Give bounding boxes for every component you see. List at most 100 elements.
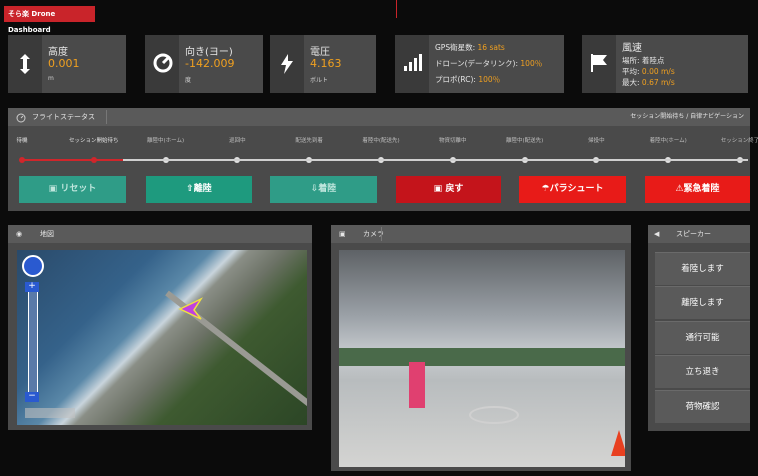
altitude-icon xyxy=(8,35,42,93)
propo-label: プロポ(RC): xyxy=(435,75,476,84)
camera-header: ▣ カメラ xyxy=(331,225,631,243)
wind-place-value: 着陸点 xyxy=(641,56,665,65)
land-label: 着陸 xyxy=(318,184,337,194)
map-title: 地図 xyxy=(40,230,54,238)
map-pan-control[interactable] xyxy=(22,255,44,277)
speaker-button-passable[interactable]: 通行可能 xyxy=(655,321,750,354)
flight-step-label: セッション終了 xyxy=(720,138,758,144)
status-gauge-icon xyxy=(16,112,26,130)
flight-step-label: 巡回中 xyxy=(229,138,246,144)
heading-value: -142.009 xyxy=(185,57,235,70)
flag-icon xyxy=(582,35,616,93)
flight-step-label: 着陸中(ホーム) xyxy=(649,138,687,144)
speaker-button-takeoff[interactable]: 離陸します xyxy=(655,286,750,319)
warning-icon: ⚠ xyxy=(675,184,684,194)
propo-value: 100％ xyxy=(478,75,501,84)
megaphone-icon: ◀ xyxy=(654,230,660,238)
flight-step-label: セッション開始待ち xyxy=(69,138,119,144)
camera-feed xyxy=(339,250,625,467)
wind-avg-row: 平均: 0.00 m/s xyxy=(622,66,675,77)
drone-position-icon xyxy=(178,297,203,320)
reset-button[interactable]: ▣ リセット xyxy=(19,176,126,203)
flight-status-title: フライトステータス xyxy=(32,113,95,121)
wind-max-row: 最大: 0.67 m/s xyxy=(622,77,675,88)
flight-mode-text: セッション開始待ち / 自律ナビゲーション xyxy=(630,113,744,120)
emergency-landing-button[interactable]: ⚠緊急着陸 xyxy=(645,176,750,203)
map-header: ◉ 地図 xyxy=(8,225,312,243)
wind-place-row: 場所: 着陸点 xyxy=(622,55,664,66)
land-button[interactable]: ⇩着陸 xyxy=(270,176,377,203)
map-scale-bar xyxy=(25,408,75,418)
zoom-in-icon[interactable]: + xyxy=(25,282,39,292)
heading-card: 向き(ヨー) -142.009 度 xyxy=(145,35,263,93)
map-globe-icon: ◉ xyxy=(16,230,23,238)
datalink-row: ドローン(データリンク): 100％ xyxy=(435,58,542,69)
heading-label: 向き(ヨー) xyxy=(185,47,233,58)
parachute-label: パラシュート xyxy=(549,184,604,194)
voltage-value: 4.163 xyxy=(310,57,342,70)
datalink-label: ドローン(データリンク): xyxy=(435,59,519,68)
voltage-label: 電圧 xyxy=(310,47,330,58)
satellite-map[interactable]: + − xyxy=(17,250,307,425)
parachute-button[interactable]: ☂パラシュート xyxy=(519,176,626,203)
wind-max-label: 最大: xyxy=(622,78,640,87)
altitude-label: 高度 xyxy=(48,47,68,58)
takeoff-label: 離陸 xyxy=(193,184,212,194)
altitude-unit: m xyxy=(48,75,54,82)
camera-icon: ▣ xyxy=(339,230,346,238)
datalink-value: 100％ xyxy=(520,59,543,68)
camera-helipad xyxy=(469,406,519,424)
camera-panel: ▣ カメラ xyxy=(331,225,631,471)
signal-bars-icon xyxy=(395,35,429,93)
wind-avg-value: 0.00 m/s xyxy=(641,67,675,76)
voltage-unit: ボルト xyxy=(310,77,329,84)
altitude-value: 0.001 xyxy=(48,57,80,70)
heading-unit: 度 xyxy=(185,77,192,84)
app-title-badge: そら楽 Drone Dashboard xyxy=(4,6,95,34)
flight-step-label: 物資切離中 xyxy=(439,138,467,144)
wind-avg-label: 平均: xyxy=(622,67,640,76)
top-divider xyxy=(396,0,397,18)
wind-max-value: 0.67 m/s xyxy=(641,78,675,87)
speaker-button-landing[interactable]: 着陸します xyxy=(655,252,750,285)
flight-step-label: 着陸中(配送先) xyxy=(362,138,400,144)
flight-step-label: 離陸中(配送先) xyxy=(505,138,544,144)
takeoff-icon: ⇧ xyxy=(186,184,194,194)
gps-row: GPS衛星数: 16 sats xyxy=(435,42,505,53)
emergency-landing-label: 緊急着陸 xyxy=(683,184,720,194)
gps-value: 16 sats xyxy=(477,43,505,52)
flight-status-header: フライトステータス セッション開始待ち / 自律ナビゲーション xyxy=(8,108,750,126)
propo-row: プロポ(RC): 100％ xyxy=(435,74,500,85)
speaker-header: ◀ スピーカー xyxy=(648,225,750,243)
map-zoom-slider[interactable] xyxy=(28,282,38,396)
camera-structure xyxy=(409,362,425,408)
return-button[interactable]: ▣ 戻す xyxy=(396,176,501,203)
wind-label: 風速 xyxy=(622,43,642,54)
compass-icon xyxy=(145,35,179,93)
speaker-button-package-check[interactable]: 荷物確認 xyxy=(655,390,750,423)
flight-step-label: 離陸中(ホーム) xyxy=(147,138,185,144)
camera-tree-line xyxy=(339,348,625,366)
altitude-card: 高度 0.001 m xyxy=(8,35,126,93)
zoom-out-icon[interactable]: − xyxy=(25,392,39,402)
reset-label: リセット xyxy=(60,184,97,194)
wind-card: 風速 場所: 着陸点 平均: 0.00 m/s 最大: 0.67 m/s xyxy=(582,35,748,93)
parachute-icon: ☂ xyxy=(541,184,550,194)
reset-icon: ▣ xyxy=(48,184,58,194)
progress-fill xyxy=(20,159,123,161)
return-label: 戻す xyxy=(445,184,464,194)
takeoff-button[interactable]: ⇧離陸 xyxy=(146,176,252,203)
gps-label: GPS衛星数: xyxy=(435,43,476,52)
wind-place-label: 場所: xyxy=(622,56,640,65)
bolt-icon xyxy=(270,35,304,93)
flight-step-label: 帰投中 xyxy=(588,138,605,144)
camera-cone xyxy=(611,430,625,456)
map-panel: ◉ 地図 + − xyxy=(8,225,312,430)
return-icon: ▣ xyxy=(433,184,443,194)
speaker-button-evacuate[interactable]: 立ち退き xyxy=(655,355,750,388)
flight-step-label: 待機 xyxy=(16,138,28,144)
signal-card: GPS衛星数: 16 sats ドローン(データリンク): 100％ プロポ(R… xyxy=(395,35,564,93)
progress-track xyxy=(20,159,748,161)
header-divider xyxy=(106,110,107,124)
flight-step-label: 配送先到着 xyxy=(295,138,323,144)
